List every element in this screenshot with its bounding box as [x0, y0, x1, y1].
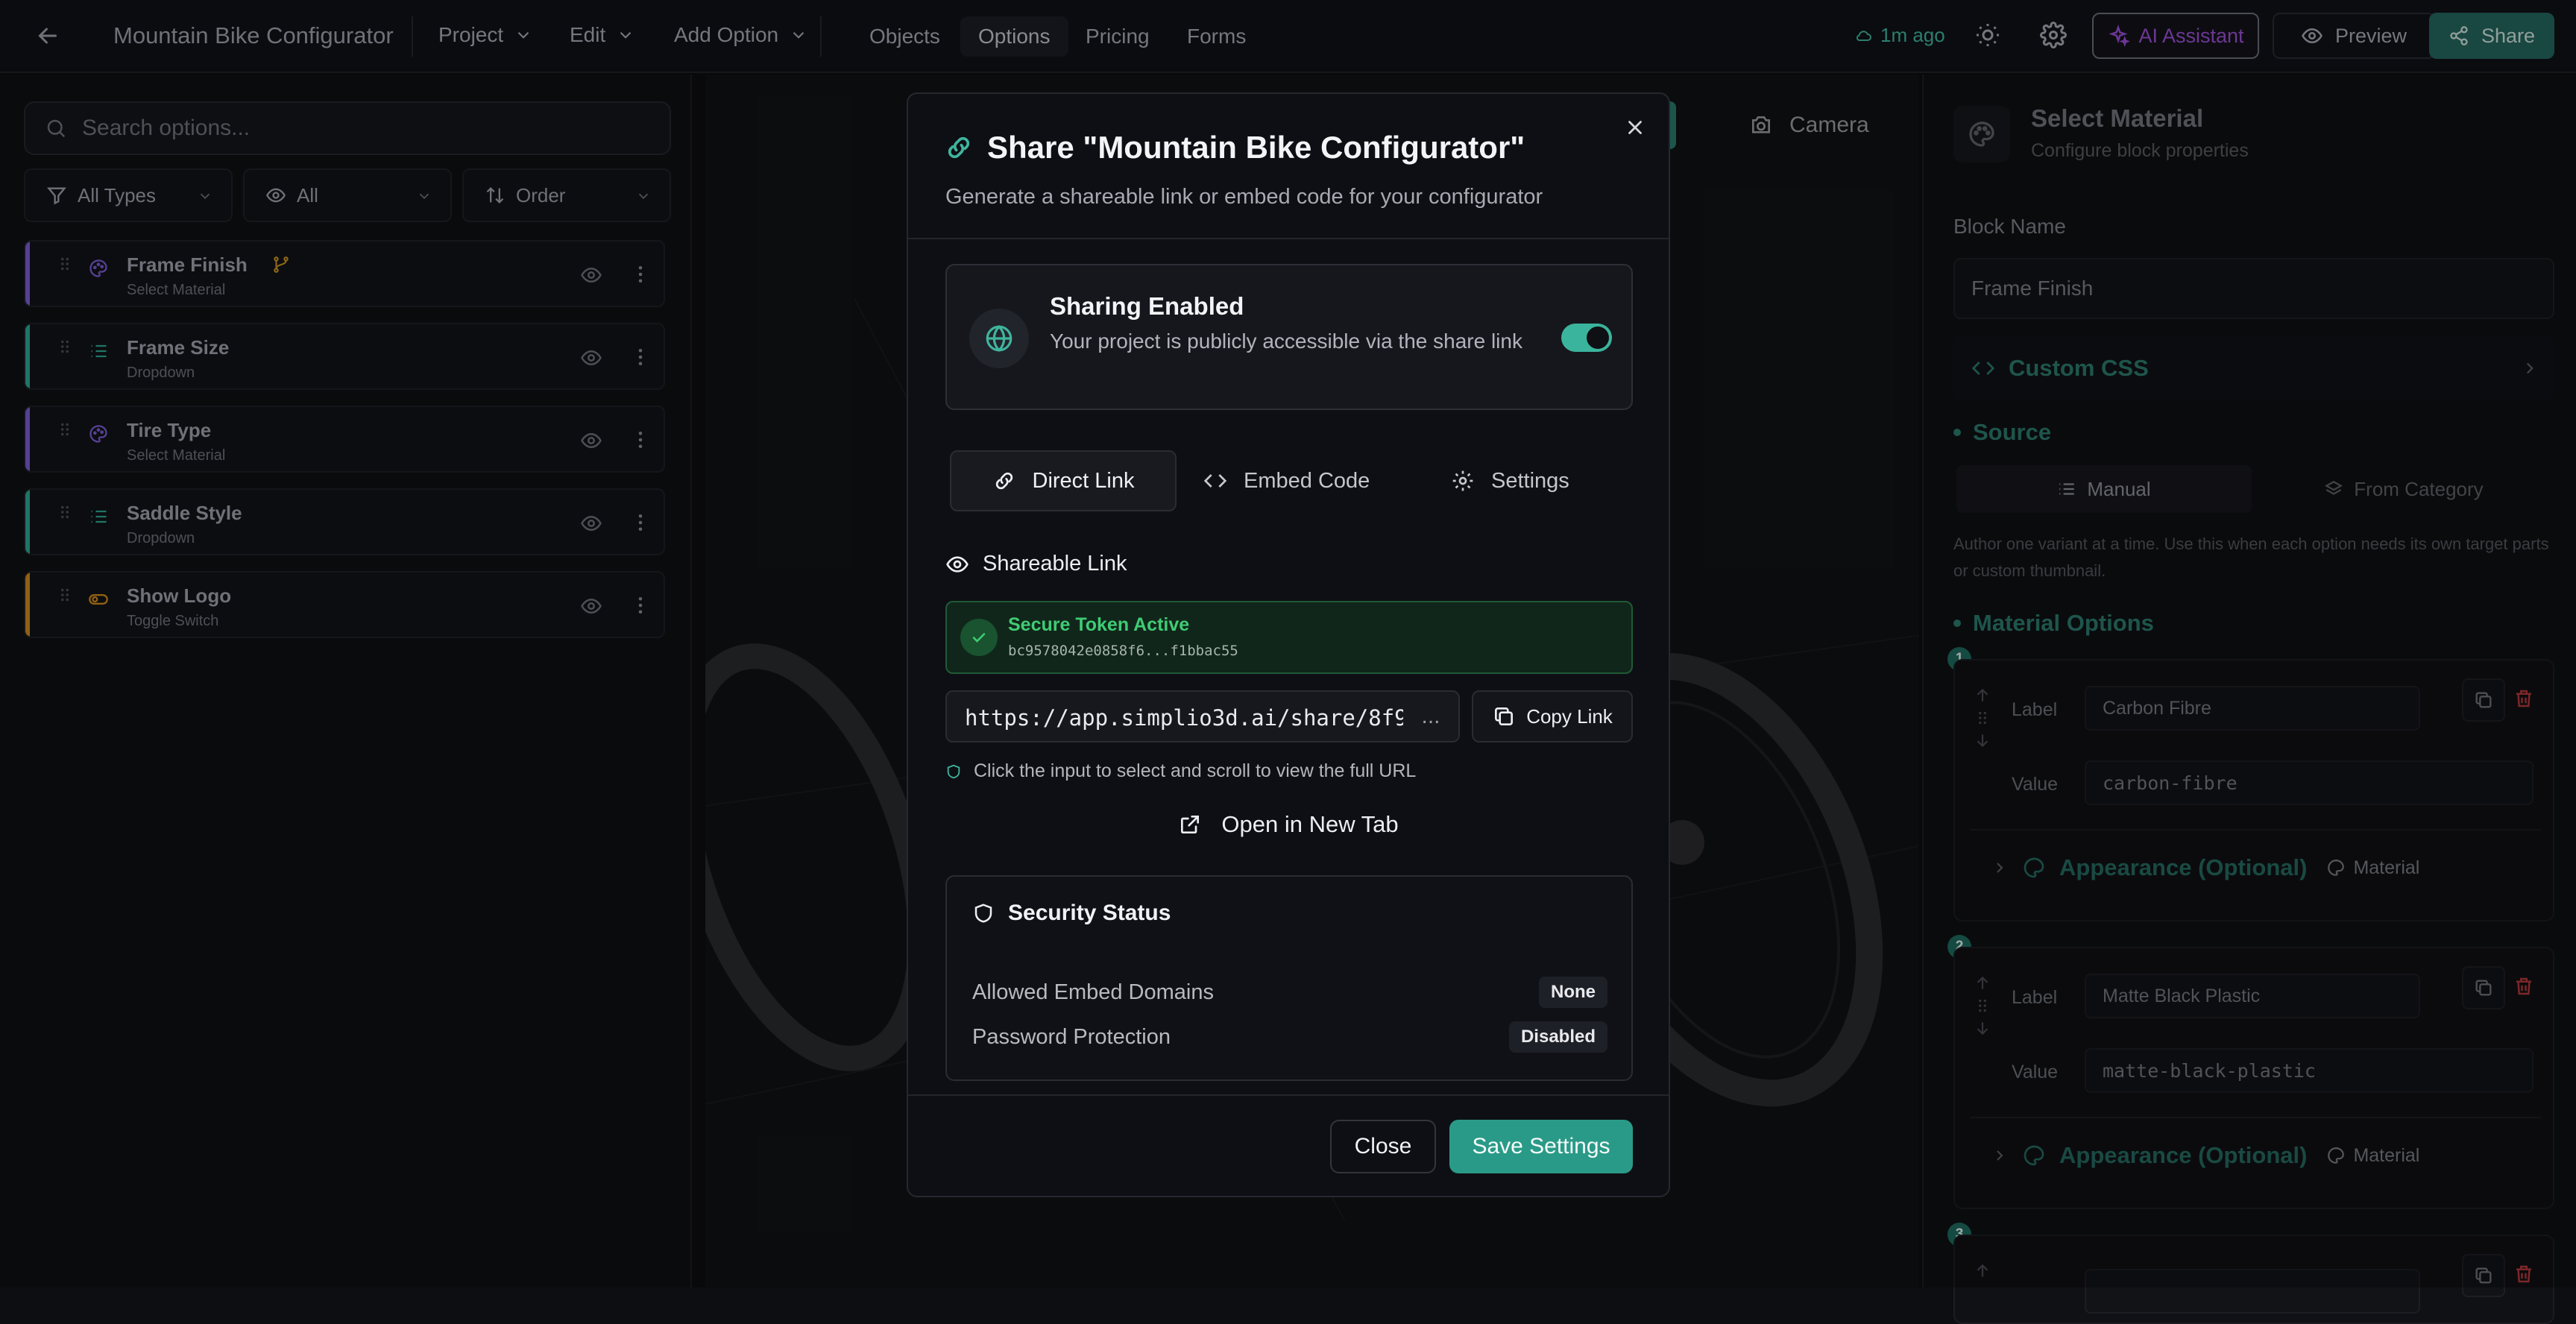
gear-icon	[1451, 469, 1475, 493]
tab-direct-link-label: Direct Link	[1032, 468, 1135, 493]
security-row-label: Password Protection	[972, 1024, 1171, 1049]
check-icon	[970, 628, 988, 646]
check-badge	[960, 619, 998, 656]
shield-icon	[945, 763, 962, 780]
toggle-knob	[1587, 327, 1609, 349]
shareable-link-label: Shareable Link	[983, 552, 1127, 576]
security-row-embed-domains: Allowed Embed Domains None	[972, 977, 1607, 1008]
code-icon	[1203, 469, 1227, 493]
globe-badge	[969, 309, 1029, 368]
divider	[908, 1094, 1669, 1096]
tab-embed-code[interactable]: Embed Code	[1203, 450, 1370, 511]
share-url-input[interactable]: https://app.simplio3d.ai/share/8f94 ...	[945, 690, 1460, 743]
sharing-toggle[interactable]	[1561, 324, 1612, 352]
share-dialog: Share "Mountain Bike Configurator" Gener…	[907, 92, 1670, 1197]
link-icon	[992, 469, 1016, 493]
external-link-icon	[1178, 813, 1202, 836]
secure-token-banner: Secure Token Active bc9578042e0858f6...f…	[945, 601, 1633, 674]
open-in-new-tab-link[interactable]: Open in New Tab	[908, 811, 1669, 838]
close-button[interactable]: Close	[1330, 1120, 1436, 1173]
copy-icon	[1492, 704, 1516, 728]
security-row-password: Password Protection Disabled	[972, 1021, 1607, 1053]
security-title: Security Status	[1008, 901, 1171, 925]
copy-link-label: Copy Link	[1526, 704, 1613, 728]
save-settings-button[interactable]: Save Settings	[1449, 1120, 1633, 1173]
tab-settings[interactable]: Settings	[1451, 450, 1569, 511]
sharing-status-card: Sharing Enabled Your project is publicly…	[945, 264, 1633, 410]
token-title: Secure Token Active	[1008, 614, 1190, 635]
security-status-heading: Security Status	[972, 901, 1171, 926]
url-ellipsis: ...	[1403, 692, 1458, 741]
open-in-new-tab-label: Open in New Tab	[1221, 811, 1399, 837]
security-status-card: Security Status Allowed Embed Domains No…	[945, 875, 1633, 1081]
token-code: bc9578042e0858f6...f1bbac55	[1008, 643, 1238, 659]
sharing-description: Your project is publicly accessible via …	[1050, 330, 1522, 353]
globe-icon	[983, 323, 1015, 354]
divider	[908, 238, 1669, 239]
status-badge: Disabled	[1508, 1021, 1607, 1053]
close-icon[interactable]	[1624, 116, 1646, 139]
dialog-title: Share "Mountain Bike Configurator"	[944, 130, 1525, 166]
sharing-title: Sharing Enabled	[1050, 292, 1244, 320]
shareable-link-heading: Shareable Link	[945, 552, 1127, 576]
tab-settings-label: Settings	[1491, 468, 1569, 493]
dialog-subtitle: Generate a shareable link or embed code …	[945, 185, 1543, 209]
security-row-label: Allowed Embed Domains	[972, 980, 1214, 1004]
eye-icon	[945, 552, 969, 576]
tab-direct-link[interactable]: Direct Link	[950, 450, 1177, 511]
tab-embed-code-label: Embed Code	[1244, 468, 1370, 493]
link-icon	[944, 133, 974, 163]
copy-link-button[interactable]: Copy Link	[1472, 690, 1633, 743]
url-hint-text: Click the input to select and scroll to …	[974, 760, 1417, 781]
dialog-title-text: Share "Mountain Bike Configurator"	[987, 130, 1525, 165]
share-url-text: https://app.simplio3d.ai/share/8f94	[965, 705, 1421, 731]
shield-icon	[972, 902, 995, 924]
status-badge: None	[1539, 977, 1607, 1008]
url-hint: Click the input to select and scroll to …	[945, 760, 1416, 782]
